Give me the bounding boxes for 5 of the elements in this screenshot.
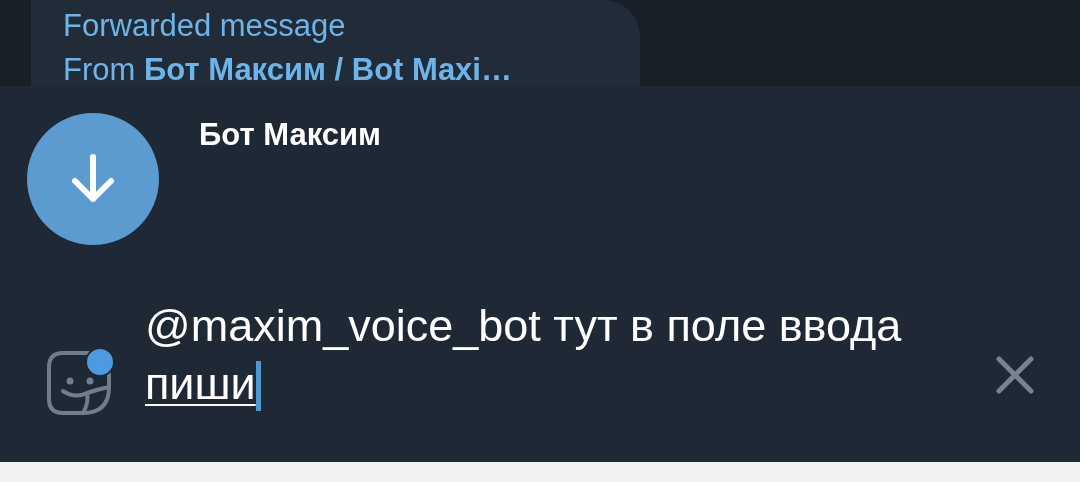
forwarded-title: Forwarded message bbox=[63, 7, 347, 45]
message-input-field[interactable]: @maxim_voice_bot тут в поле ввода пиши bbox=[145, 297, 905, 413]
close-icon[interactable] bbox=[995, 355, 1035, 395]
bot-name: Бот Максим bbox=[199, 117, 382, 154]
forwarded-from: From Бот Максим / Bot Maxi… bbox=[63, 51, 513, 89]
